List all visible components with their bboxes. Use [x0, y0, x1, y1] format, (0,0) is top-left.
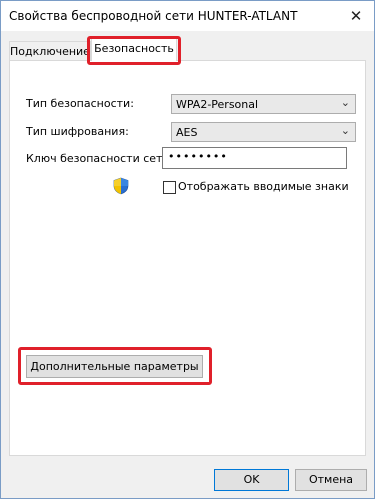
- title-bar: Свойства беспроводной сети HUNTER-ATLANT…: [1, 1, 374, 31]
- security-type-value: WPA2-Personal: [176, 98, 259, 111]
- security-key-label: Ключ безопасности сети: [26, 152, 170, 165]
- close-icon[interactable]: ✕: [346, 7, 366, 25]
- encryption-type-select[interactable]: AES ⌄: [171, 122, 356, 142]
- ok-button[interactable]: OK: [214, 469, 289, 491]
- highlight-security-tab: [87, 36, 181, 65]
- chevron-down-icon: ⌄: [340, 124, 350, 137]
- security-key-input[interactable]: ••••••••: [162, 147, 347, 169]
- show-chars-checkbox[interactable]: [163, 181, 176, 194]
- cancel-button[interactable]: Отмена: [295, 469, 367, 491]
- tab-connection[interactable]: Подключение: [9, 41, 91, 62]
- properties-window: Свойства беспроводной сети HUNTER-ATLANT…: [0, 0, 375, 499]
- chevron-down-icon: ⌄: [340, 96, 350, 109]
- uac-shield-icon: [113, 177, 129, 195]
- security-key-value: ••••••••: [168, 150, 228, 163]
- security-type-select[interactable]: WPA2-Personal ⌄: [171, 94, 356, 114]
- encryption-type-label: Тип шифрования:: [26, 125, 129, 138]
- window-title: Свойства беспроводной сети HUNTER-ATLANT: [9, 9, 298, 23]
- encryption-type-value: AES: [176, 126, 198, 139]
- security-type-label: Тип безопасности:: [26, 97, 134, 110]
- highlight-advanced-button: [18, 347, 212, 385]
- show-chars-label[interactable]: Отображать вводимые знаки: [178, 180, 349, 193]
- security-panel: Тип безопасности: WPA2-Personal ⌄ Тип ши…: [9, 60, 366, 456]
